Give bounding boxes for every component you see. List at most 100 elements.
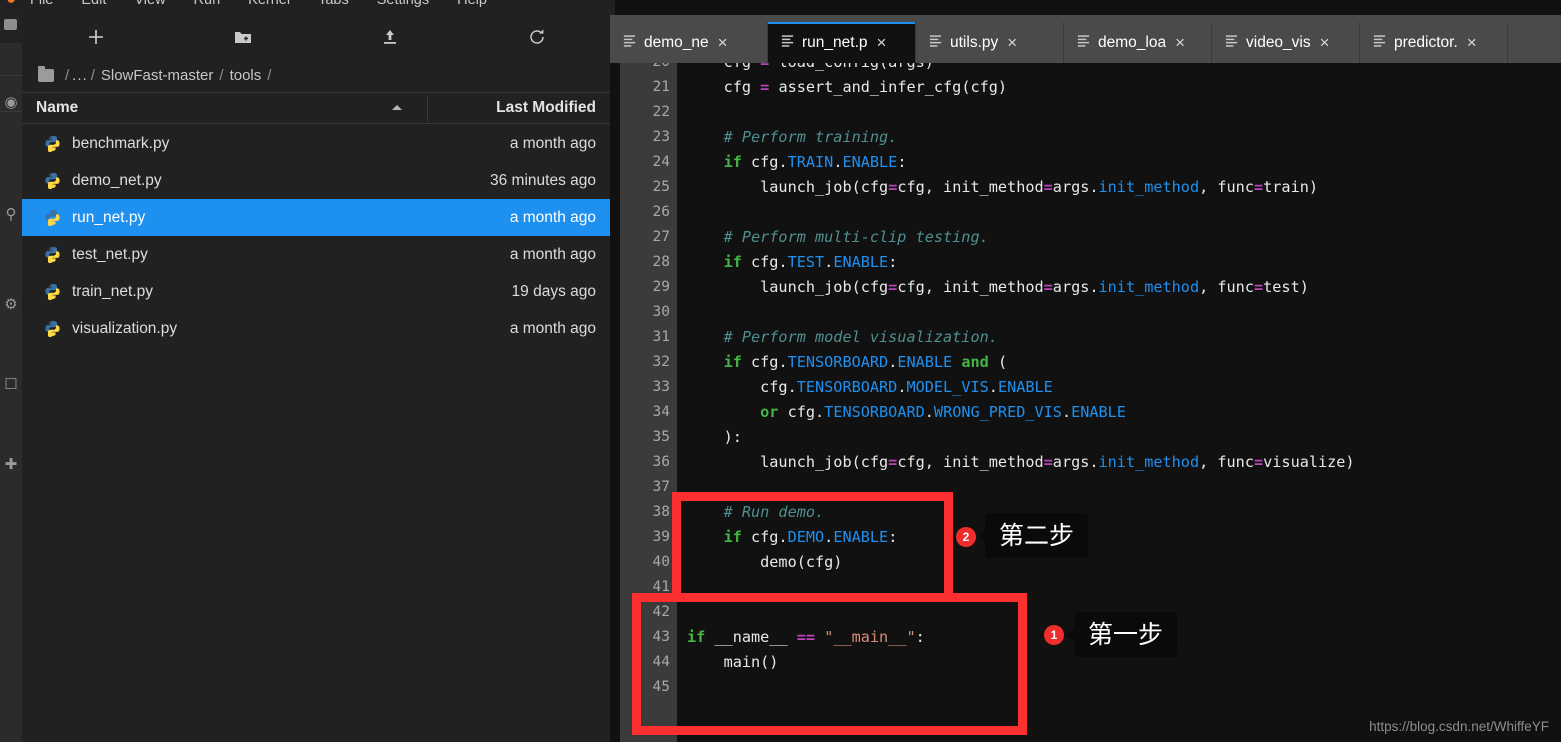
breadcrumb-item-ellipsis[interactable]: ...	[72, 67, 88, 84]
code-line[interactable]: 35 ):	[610, 425, 1561, 450]
menu-item-run[interactable]: Run	[194, 0, 221, 8]
tab-label: demo_loa	[1098, 33, 1167, 51]
line-number: 42	[652, 604, 670, 620]
line-number: 35	[652, 429, 670, 445]
editor-tab[interactable]: demo_loa ×	[1064, 22, 1212, 63]
file-modified: 19 days ago	[511, 282, 596, 300]
extensions-icon[interactable]: ✚	[0, 455, 22, 475]
code-line[interactable]: 36 launch_job(cfg=cfg, init_method=args.…	[610, 450, 1561, 475]
close-icon[interactable]: ×	[1465, 34, 1477, 51]
line-source: ):	[687, 428, 742, 446]
file-modified: 36 minutes ago	[490, 171, 596, 189]
menu-item-view[interactable]: View	[134, 0, 165, 8]
tab-label: video_vis	[1246, 33, 1311, 51]
folder-icon[interactable]	[38, 66, 54, 82]
running-icon[interactable]: ⚲	[0, 205, 22, 225]
python-file-icon	[45, 210, 60, 226]
code-line[interactable]: 30	[610, 300, 1561, 325]
code-line[interactable]: 25 launch_job(cfg=cfg, init_method=args.…	[610, 175, 1561, 200]
editor-tab[interactable]: video_vis ×	[1212, 22, 1360, 63]
text-file-icon	[622, 33, 637, 53]
menu-item-edit[interactable]: Edit	[81, 0, 106, 8]
python-file-icon	[45, 284, 60, 300]
breadcrumb-separator: /	[90, 67, 95, 84]
line-number: 45	[652, 679, 670, 695]
code-line[interactable]: 24 if cfg.TRAIN.ENABLE:	[610, 150, 1561, 175]
line-number: 25	[652, 179, 670, 195]
code-line[interactable]: 20 cfg = load_config(args)	[610, 63, 1561, 75]
close-icon[interactable]: ×	[1173, 34, 1185, 51]
code-line[interactable]: 21 cfg = assert_and_infer_cfg(cfg)	[610, 75, 1561, 100]
editor-tab[interactable]: demo_ne ×	[610, 22, 768, 63]
breadcrumb-item-tools[interactable]: tools	[230, 67, 262, 84]
code-line[interactable]: 33 cfg.TENSORBOARD.MODEL_VIS.ENABLE	[610, 375, 1561, 400]
new-folder-button[interactable]	[169, 15, 316, 59]
file-list: benchmark.py a month ago demo_net.py 36 min…	[22, 125, 610, 347]
code-line[interactable]: 29 launch_job(cfg=cfg, init_method=args.…	[610, 275, 1561, 300]
activity-rail: ◉ ⚲ ⚙ ☐ ✚	[0, 15, 22, 742]
file-list-header: Name Last Modified	[22, 92, 610, 124]
new-launcher-button[interactable]	[22, 15, 169, 59]
menu-item-help[interactable]: Help	[457, 0, 487, 8]
editor-tab[interactable]: utils.py ×	[916, 22, 1064, 63]
code-line[interactable]: 32 if cfg.TENSORBOARD.ENABLE and (	[610, 350, 1561, 375]
column-header-name[interactable]: Name	[36, 99, 78, 117]
close-icon[interactable]: ×	[1318, 34, 1330, 51]
code-line[interactable]: 34 or cfg.TENSORBOARD.WRONG_PRED_VIS.ENA…	[610, 400, 1561, 425]
code-line[interactable]: 45	[610, 675, 1561, 700]
file-row[interactable]: benchmark.py a month ago	[22, 125, 610, 162]
folder-icon[interactable]: ◉	[0, 93, 22, 113]
menu-item-file[interactable]: File	[30, 0, 53, 8]
file-row[interactable]: visualization.py a month ago	[22, 310, 610, 347]
line-source: if cfg.DEMO.ENABLE:	[723, 528, 898, 546]
file-row[interactable]: train_net.py 19 days ago	[22, 273, 610, 310]
line-number: 28	[652, 254, 670, 270]
editor-panel: demo_ne × run_net.p × utils.py × demo_loa × vide…	[610, 15, 1561, 742]
code-content[interactable]: 20 cfg = load_config(args)21 cfg = asser…	[610, 63, 1561, 700]
line-source: launch_job(cfg=cfg, init_method=args.ini…	[687, 453, 1355, 471]
file-row[interactable]: test_net.py a month ago	[22, 236, 610, 273]
close-icon[interactable]: ×	[875, 34, 887, 51]
rail-top-spacer	[0, 15, 22, 43]
tabs-icon[interactable]: ☐	[0, 375, 22, 395]
line-number: 30	[652, 304, 670, 320]
breadcrumb[interactable]: / ... / SlowFast-master / tools /	[22, 59, 610, 92]
annotation-badge-1: 1	[1044, 625, 1064, 645]
code-line[interactable]: 31 # Perform model visualization.	[610, 325, 1561, 350]
code-viewer[interactable]: 20 cfg = load_config(args)21 cfg = asser…	[610, 63, 1561, 742]
breadcrumb-item-slowfast-master[interactable]: SlowFast-master	[101, 67, 214, 84]
property-inspector-icon[interactable]: ⚙	[0, 295, 22, 315]
upload-button[interactable]	[316, 15, 463, 59]
line-number: 24	[652, 154, 670, 170]
code-line[interactable]: 26	[610, 200, 1561, 225]
code-line[interactable]: 41	[610, 575, 1561, 600]
line-source: cfg = assert_and_infer_cfg(cfg)	[687, 78, 1008, 96]
editor-tab[interactable]: run_net.p ×	[768, 22, 916, 63]
code-line[interactable]: 22	[610, 100, 1561, 125]
close-icon[interactable]: ×	[716, 34, 728, 51]
code-line[interactable]: 28 if cfg.TEST.ENABLE:	[610, 250, 1561, 275]
text-file-icon	[623, 34, 636, 47]
text-file-icon	[1372, 33, 1387, 53]
menu-item-kernel[interactable]: Kernel	[248, 0, 290, 8]
line-source: # Perform model visualization.	[687, 328, 998, 346]
close-icon[interactable]: ×	[1005, 34, 1017, 51]
code-line[interactable]: 23 # Perform training.	[610, 125, 1561, 150]
line-number: 29	[652, 279, 670, 295]
file-row[interactable]: run_net.py a month ago	[22, 199, 610, 236]
menu-item-settings[interactable]: Settings	[377, 0, 429, 8]
code-line[interactable]: 27 # Perform multi-clip testing.	[610, 225, 1561, 250]
file-name: test_net.py	[72, 245, 148, 263]
editor-tab[interactable]: predictor. ×	[1360, 22, 1508, 63]
sort-ascending-icon[interactable]	[392, 105, 402, 110]
column-header-last-modified[interactable]: Last Modified	[496, 99, 596, 117]
file-row[interactable]: demo_net.py 36 minutes ago	[22, 162, 610, 199]
menu-bar: ● File Edit View Run Kernel Tabs Settings Help	[0, 0, 615, 15]
python-file-icon	[45, 173, 60, 189]
menu-items: File Edit View Run Kernel Tabs Settings Help	[30, 0, 487, 8]
menu-item-tabs[interactable]: Tabs	[318, 0, 349, 8]
line-number: 41	[652, 579, 670, 595]
refresh-button[interactable]	[463, 15, 610, 59]
code-line[interactable]: 37	[610, 475, 1561, 500]
file-modified: a month ago	[509, 208, 596, 226]
